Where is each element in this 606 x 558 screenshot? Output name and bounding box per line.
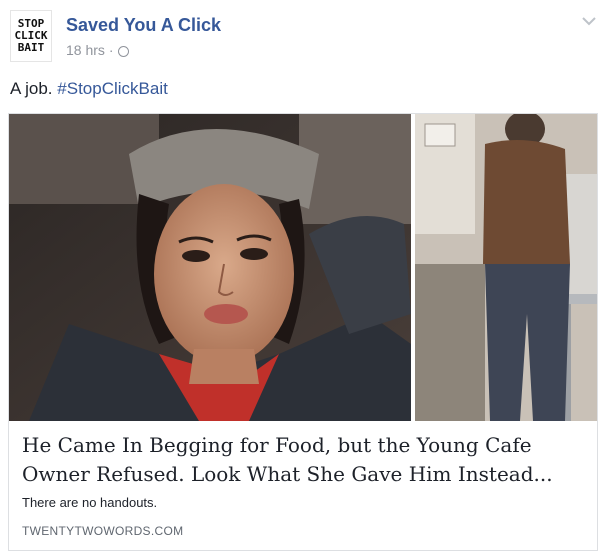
kitchen-illustration — [415, 114, 597, 421]
kitchen-photo[interactable] — [415, 114, 597, 421]
post-text: A job. #StopClickBait — [10, 79, 168, 99]
link-domain: TWENTYTWOWORDS.COM — [22, 524, 184, 538]
link-title[interactable]: He Came In Begging for Food, but the You… — [22, 431, 582, 489]
avatar-line-3: BAIT — [17, 41, 45, 54]
globe-icon[interactable] — [117, 45, 129, 57]
page-avatar[interactable]: STOP CLICK BAIT — [10, 10, 52, 62]
selfie-illustration — [9, 114, 411, 421]
selfie-photo[interactable] — [9, 114, 411, 421]
link-description: There are no handouts. — [22, 495, 158, 510]
chevron-down-icon[interactable] — [582, 16, 596, 26]
link-preview-card[interactable]: He Came In Begging for Food, but the You… — [8, 113, 598, 551]
post-text-prefix: A job. — [10, 79, 53, 98]
post-meta: 18 hrs · — [66, 42, 129, 58]
meta-separator: · — [108, 42, 114, 58]
page-name-link[interactable]: Saved You A Click — [66, 15, 221, 36]
facebook-post: STOP CLICK BAIT Saved You A Click 18 hrs… — [0, 0, 606, 558]
hashtag-link[interactable]: #StopClickBait — [57, 79, 168, 98]
timestamp-link[interactable]: 18 hrs — [66, 42, 105, 58]
